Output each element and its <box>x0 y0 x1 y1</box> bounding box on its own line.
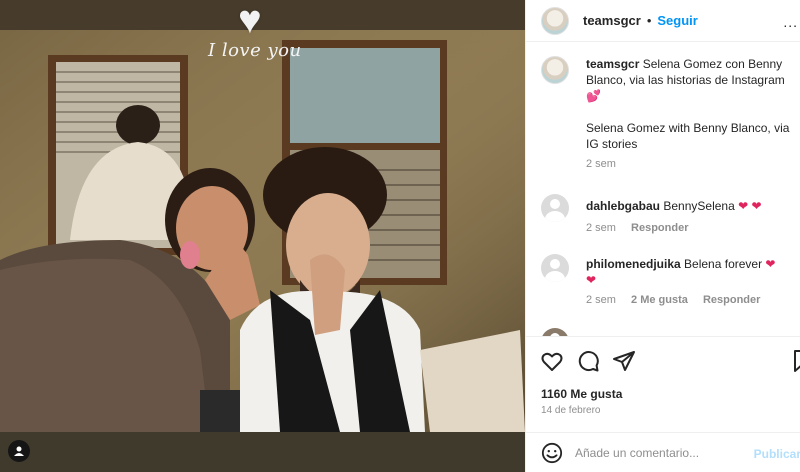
post-header: teamsgcr • Seguir ... <box>526 0 800 42</box>
follow-button[interactable]: Seguir <box>657 13 697 28</box>
like-heart-icon[interactable] <box>540 349 564 373</box>
post-photo <box>0 30 525 432</box>
publish-button[interactable]: Publicar <box>754 447 800 461</box>
tagged-users-icon[interactable] <box>8 440 30 462</box>
more-options-icon[interactable]: ... <box>783 14 798 30</box>
caption-text-block: teamsgcr Selena Gomez con Benny Blanco, … <box>586 56 796 152</box>
heart-sticker: ♥ <box>238 0 262 42</box>
reply-button[interactable]: Responder <box>631 222 688 234</box>
comments-list[interactable]: teamsgcr Selena Gomez con Benny Blanco, … <box>526 42 800 336</box>
comment-meta: 2 sem 2 Me gusta Responder <box>586 294 796 306</box>
caption-meta: 2 sem <box>586 158 796 170</box>
comment-avatar[interactable] <box>541 194 569 222</box>
comment-bubble-icon[interactable] <box>576 349 600 373</box>
caption-item: teamsgcr Selena Gomez con Benny Blanco, … <box>541 56 796 170</box>
post-actions-bar <box>526 336 800 386</box>
comment-input[interactable] <box>575 445 745 460</box>
photo-top-band <box>0 0 525 30</box>
add-comment-bar: Publicar <box>526 432 800 472</box>
photo-sticker-caption: I love you <box>208 40 302 61</box>
comment-text-block: philomenedjuika Belena forever ❤ ❤ <box>586 254 796 288</box>
author-avatar[interactable] <box>541 6 569 35</box>
post-side-panel: teamsgcr • Seguir ... teamsgcr Selena Go… <box>525 0 800 472</box>
comment-text: Belena forever <box>684 257 763 271</box>
emoji-icon[interactable] <box>541 442 563 464</box>
caption-text-en: Selena Gomez with Benny Blanco, via IG s… <box>586 121 790 151</box>
caption-time[interactable]: 2 sem <box>586 158 616 170</box>
post-date[interactable]: 14 de febrero <box>541 405 601 416</box>
comment-time[interactable]: 2 sem <box>586 294 616 306</box>
author-username[interactable]: teamsgcr <box>583 13 641 28</box>
likes-count[interactable]: 1160 Me gusta <box>541 387 622 401</box>
caption-username[interactable]: teamsgcr <box>586 57 639 71</box>
comment-avatar[interactable] <box>541 254 569 282</box>
comment-text: BennySelena <box>663 199 735 213</box>
comment-heart-2: ❤ <box>586 273 597 287</box>
comment-heart: ❤ <box>765 257 776 271</box>
comment-text-block: dahlebgabau BennySelena ❤ ❤ <box>586 194 796 214</box>
comment-meta: 2 sem Responder <box>586 222 796 234</box>
comment-avatar[interactable] <box>541 328 569 336</box>
comment-hearts: ❤ ❤ <box>738 199 762 213</box>
reply-button[interactable]: Responder <box>703 294 760 306</box>
share-send-icon[interactable] <box>612 349 636 373</box>
separator-dot: • <box>646 13 652 28</box>
comment-username[interactable]: philomenedjuika <box>586 257 681 271</box>
photo-bottom-band <box>0 432 525 472</box>
save-bookmark-icon[interactable] <box>791 349 800 373</box>
person-icon <box>14 446 24 456</box>
post-photo-pane[interactable]: ♥ I love you <box>0 0 525 472</box>
comment-item: dahlebgabau BennySelena ❤ ❤ 2 sem Respon… <box>541 194 796 234</box>
comment-item: philomenedjuika Belena forever ❤ ❤ 2 sem… <box>541 254 796 306</box>
comment-time[interactable]: 2 sem <box>586 222 616 234</box>
caption-emoji: 💕 <box>586 89 601 103</box>
comment-likes[interactable]: 2 Me gusta <box>631 294 688 306</box>
caption-author-avatar[interactable] <box>541 56 569 84</box>
comment-username[interactable]: dahlebgabau <box>586 199 660 213</box>
